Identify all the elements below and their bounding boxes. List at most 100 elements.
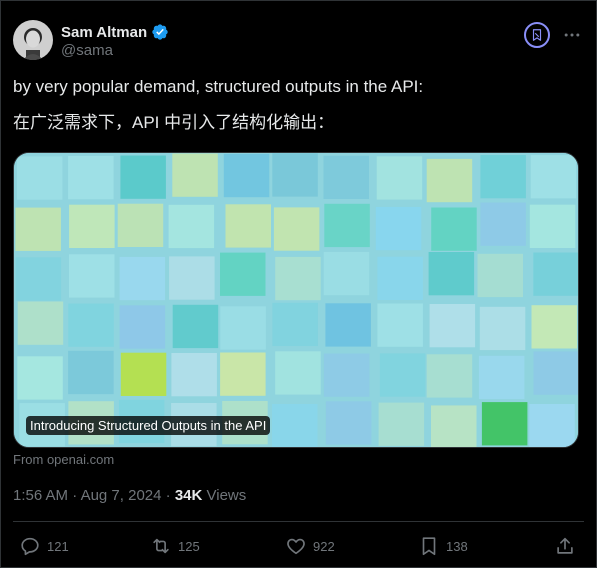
mosaic-tile bbox=[323, 353, 370, 397]
mosaic-tile bbox=[480, 155, 526, 199]
mosaic-tile bbox=[68, 303, 114, 347]
mosaic-tile bbox=[169, 256, 215, 300]
mosaic-tile bbox=[15, 207, 61, 251]
views-label: Views bbox=[202, 487, 247, 504]
mosaic-tile bbox=[377, 256, 423, 300]
mosaic-tile bbox=[17, 301, 64, 345]
mosaic-tile bbox=[431, 207, 477, 251]
mosaic-tile bbox=[529, 404, 575, 447]
meta-separator: · bbox=[68, 487, 81, 504]
mosaic-tile bbox=[117, 203, 164, 247]
mosaic-tile bbox=[531, 305, 577, 349]
mosaic-tile bbox=[324, 203, 370, 248]
avatar[interactable] bbox=[13, 20, 53, 60]
mosaic-tile bbox=[120, 155, 166, 199]
share-button[interactable] bbox=[554, 532, 576, 560]
mosaic-tile bbox=[431, 405, 477, 447]
tweet-text-line-2: 在广泛需求下，API 中引入了结构化输出： bbox=[13, 113, 335, 132]
mosaic-tile bbox=[426, 158, 473, 203]
mosaic-tile bbox=[377, 303, 423, 347]
mosaic-tile bbox=[220, 252, 266, 296]
mosaic-tile bbox=[480, 202, 526, 246]
mosaic-tile bbox=[272, 404, 318, 447]
share-icon bbox=[557, 537, 573, 554]
bookmark-button[interactable]: 138 bbox=[418, 532, 468, 560]
mosaic-tile bbox=[272, 153, 318, 197]
mosaic-tile bbox=[68, 156, 114, 200]
mosaic-tile bbox=[479, 306, 526, 351]
mosaic-tile bbox=[533, 252, 578, 296]
mosaic-tile bbox=[325, 303, 371, 347]
heart-icon bbox=[287, 538, 305, 555]
display-name-row: Sam Altman bbox=[61, 23, 169, 41]
mosaic-tile bbox=[477, 253, 523, 298]
mosaic-tile bbox=[323, 155, 369, 199]
mosaic-tile bbox=[378, 402, 425, 446]
meta-separator-2: · bbox=[161, 487, 175, 504]
repost-button[interactable]: 125 bbox=[150, 532, 200, 560]
mosaic-tile bbox=[172, 304, 219, 349]
bookmark-icon bbox=[422, 537, 436, 556]
mosaic-tile bbox=[68, 350, 114, 395]
mosaic-tile bbox=[323, 251, 370, 296]
bookmark-count: 138 bbox=[446, 538, 468, 554]
mosaic-tile bbox=[272, 302, 318, 347]
mosaic-tile bbox=[223, 153, 270, 198]
tweet-text-line-1: by very popular demand, structured outpu… bbox=[13, 77, 424, 96]
mosaic-tile bbox=[120, 352, 167, 396]
author-display-name[interactable]: Sam Altman bbox=[61, 24, 147, 41]
mosaic-tile bbox=[15, 257, 62, 301]
mosaic-tile bbox=[275, 256, 321, 301]
reply-button[interactable]: 121 bbox=[19, 532, 69, 560]
card-source[interactable]: From openai.com bbox=[13, 452, 114, 467]
mosaic-tile bbox=[69, 204, 115, 248]
mosaic-tile bbox=[220, 352, 266, 396]
mosaic-tile bbox=[225, 204, 271, 248]
mosaic-tile bbox=[481, 402, 528, 446]
tweet-time[interactable]: 1:56 AM bbox=[13, 487, 68, 504]
tweet-container: Sam Altman @sama by very popular demand,… bbox=[0, 0, 597, 568]
mosaic-tile bbox=[119, 305, 166, 349]
mosaic-tile bbox=[172, 153, 218, 197]
mosaic-tile bbox=[168, 204, 215, 249]
tweet-meta: 1:56 AM · Aug 7, 2024 · 34K Views bbox=[13, 487, 246, 504]
reply-count: 121 bbox=[47, 538, 69, 554]
mosaic-tile bbox=[529, 204, 576, 248]
more-dots-icon bbox=[564, 33, 580, 37]
mosaic-tile bbox=[426, 354, 473, 398]
repost-icon bbox=[153, 538, 169, 554]
mosaic-tile bbox=[428, 252, 475, 296]
bookmark-slash-icon bbox=[532, 29, 542, 41]
verified-badge-icon[interactable] bbox=[151, 23, 169, 41]
tweet-header: Sam Altman @sama bbox=[13, 15, 584, 65]
mosaic-tile bbox=[376, 156, 423, 200]
action-bar: 121 125 922 138 bbox=[13, 532, 584, 560]
views-count: 34K bbox=[174, 487, 203, 504]
mosaic-tile bbox=[379, 353, 426, 397]
mosaic-tile bbox=[533, 351, 578, 395]
mosaic-tile bbox=[171, 353, 217, 397]
mosaic-tile bbox=[375, 206, 422, 251]
mosaic-tile bbox=[220, 306, 266, 350]
link-card[interactable]: Introducing Structured Outputs in the AP… bbox=[13, 152, 579, 448]
mosaic-tile bbox=[275, 351, 321, 395]
mosaic-tile bbox=[429, 304, 476, 348]
tweet-date[interactable]: Aug 7, 2024 bbox=[81, 487, 162, 504]
reply-icon bbox=[21, 537, 39, 556]
grok-button[interactable] bbox=[524, 22, 550, 48]
like-button[interactable]: 922 bbox=[285, 532, 335, 560]
mosaic-tile bbox=[17, 356, 63, 400]
divider bbox=[13, 521, 584, 522]
mosaic-tile bbox=[273, 207, 320, 251]
mosaic-tile bbox=[119, 256, 166, 301]
author-handle[interactable]: @sama bbox=[61, 42, 169, 59]
mosaic-tile bbox=[530, 155, 577, 199]
mosaic-tile bbox=[478, 355, 525, 400]
mosaic-tile bbox=[325, 401, 372, 445]
more-options-button[interactable] bbox=[560, 23, 584, 47]
mosaic-tile bbox=[69, 254, 115, 298]
author-names: Sam Altman @sama bbox=[61, 23, 169, 59]
card-image bbox=[14, 153, 578, 447]
card-title[interactable]: Introducing Structured Outputs in the AP… bbox=[26, 416, 271, 435]
mosaic-tile bbox=[16, 156, 63, 200]
